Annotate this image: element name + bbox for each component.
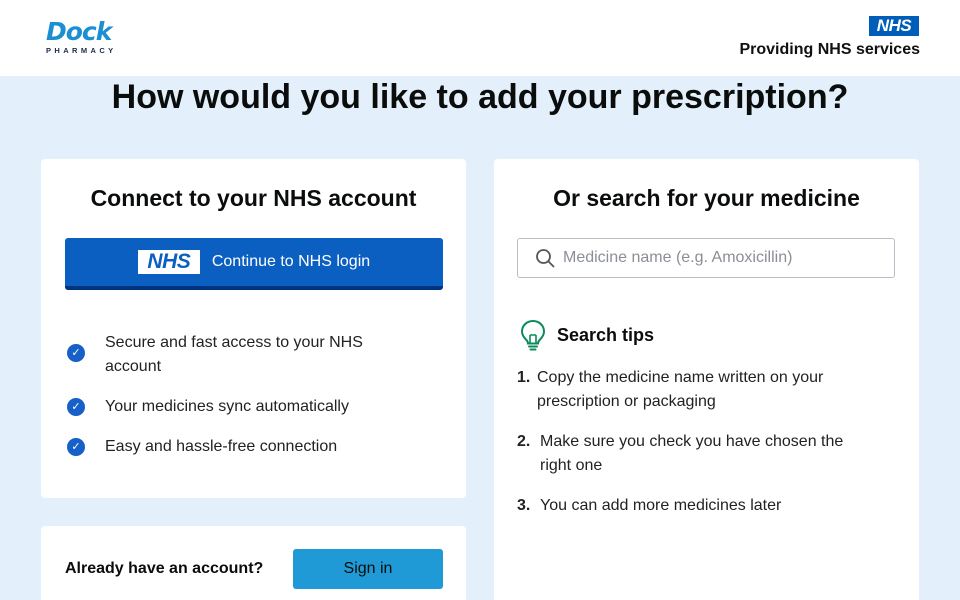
site-header: Dock PHARMACY NHS Providing NHS services — [0, 0, 960, 76]
tip-number: 2. — [517, 433, 531, 450]
search-tips-heading: Search tips — [519, 319, 654, 351]
nhs-services-label: Providing NHS services — [739, 41, 920, 58]
nhs-login-button-label: Continue to NHS login — [211, 253, 371, 270]
benefit-text: Secure and fast access to your NHS accou… — [105, 334, 363, 375]
nhs-logo-icon: NHS — [869, 16, 919, 36]
page-title: How would you like to add your prescript… — [111, 78, 849, 116]
logo-word: Dock — [46, 17, 112, 46]
sign-in-button[interactable]: Sign in — [293, 549, 443, 589]
search-icon — [536, 249, 555, 268]
already-have-account-label: Already have an account? — [65, 560, 264, 577]
dock-pharmacy-logo[interactable]: Dock PHARMACY — [46, 18, 126, 58]
check-circle-icon: ✓ — [67, 398, 85, 416]
tip-text: Copy the medicine name written on your p… — [537, 369, 824, 410]
tip-number: 1. — [517, 369, 531, 386]
benefit-item: ✓ Your medicines sync automatically — [67, 395, 349, 419]
check-circle-icon: ✓ — [67, 438, 85, 456]
tip-text: Make sure you check you have chosen the … — [540, 433, 844, 474]
search-card-title: Or search for your medicine — [553, 185, 860, 211]
medicine-search-input[interactable] — [563, 243, 894, 273]
continue-nhs-login-button[interactable]: NHS Continue to NHS login — [65, 238, 443, 290]
benefit-item: ✓ Secure and fast access to your NHS acc… — [67, 331, 387, 379]
sign-in-card: Already have an account? Sign in — [41, 526, 466, 600]
benefit-text: Your medicines sync automatically — [105, 398, 349, 415]
tip-number: 3. — [517, 497, 531, 514]
tip-item: 3. You can add more medicines later — [517, 494, 877, 518]
search-box[interactable] — [517, 238, 895, 278]
lightbulb-icon — [520, 319, 546, 351]
tip-item: 2. Make sure you check you have chosen t… — [517, 430, 877, 478]
logo-subtitle: PHARMACY — [46, 46, 117, 55]
tip-item: 1. Copy the medicine name written on you… — [517, 366, 857, 414]
check-circle-icon: ✓ — [67, 344, 85, 362]
connect-card-title: Connect to your NHS account — [90, 185, 417, 211]
nhs-logo-icon: NHS — [137, 250, 200, 274]
benefit-text: Easy and hassle-free connection — [105, 438, 338, 455]
benefit-item: ✓ Easy and hassle-free connection — [67, 435, 337, 459]
tip-text: You can add more medicines later — [540, 497, 782, 514]
search-tips-title: Search tips — [557, 324, 655, 345]
search-medicine-card: Or search for your medicine Search tips … — [494, 159, 919, 600]
connect-nhs-card: Connect to your NHS account NHS Continue… — [41, 159, 466, 498]
